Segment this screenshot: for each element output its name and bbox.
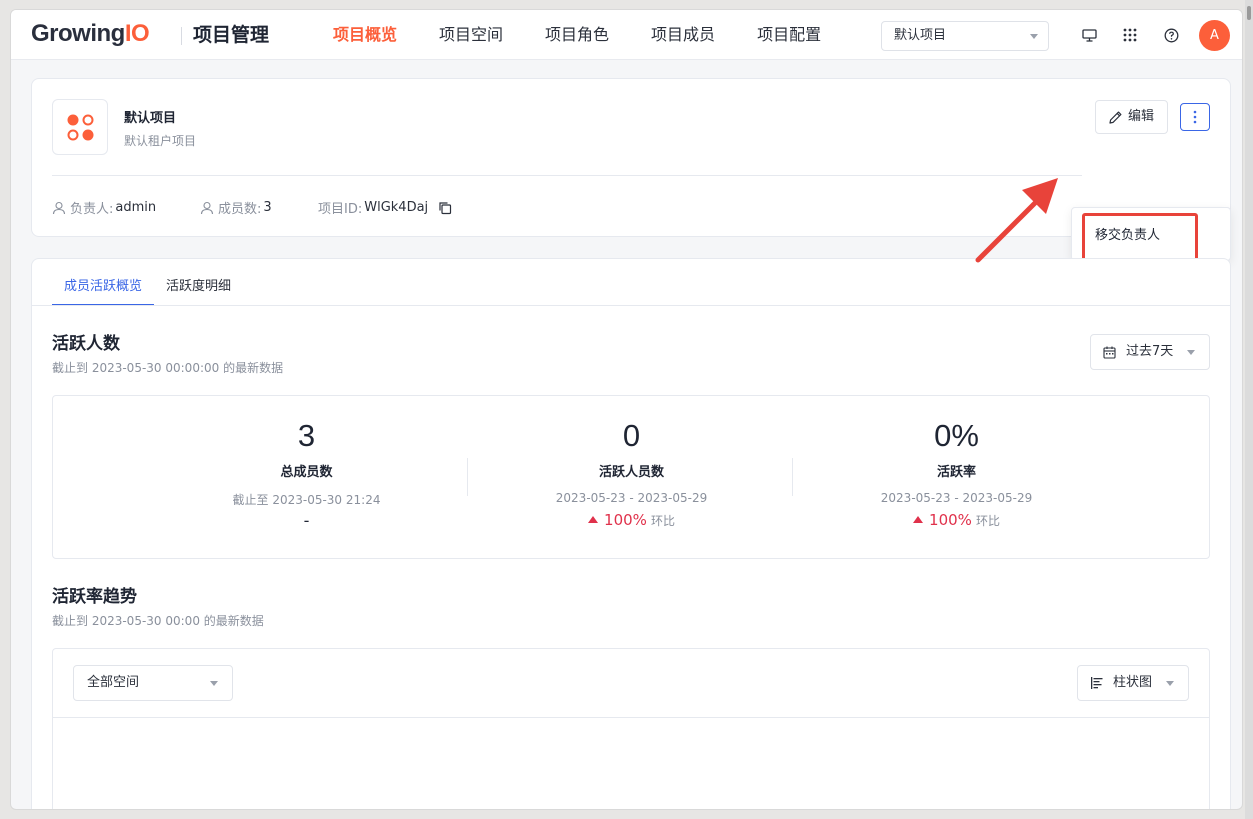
- annotation-arrow-icon: [975, 178, 1058, 263]
- scrollbar-thumb[interactable]: [1247, 6, 1251, 20]
- scrollbar[interactable]: [1245, 0, 1253, 819]
